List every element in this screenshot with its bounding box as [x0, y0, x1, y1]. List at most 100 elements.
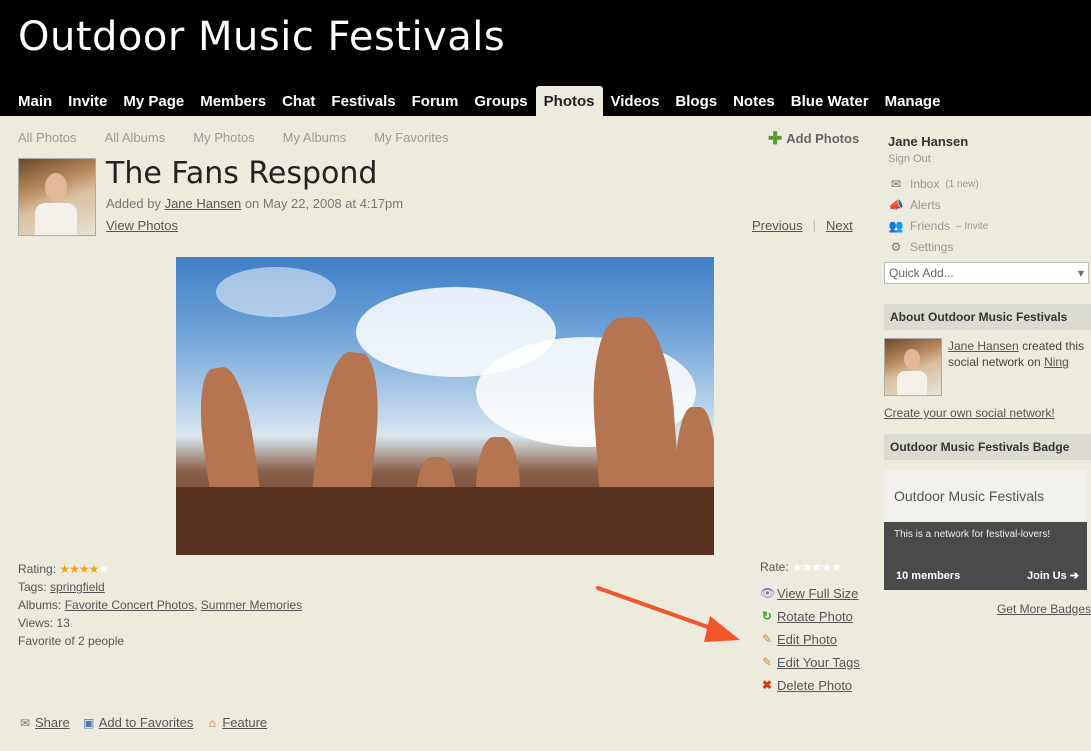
- subnav-all-photos[interactable]: All Photos: [18, 130, 77, 145]
- edit-tags-action[interactable]: ✎ Edit Your Tags: [760, 651, 860, 674]
- creator-link[interactable]: Jane Hansen: [948, 339, 1019, 353]
- photo-cloud: [216, 267, 336, 317]
- friends-invite-link[interactable]: – Invite: [956, 221, 988, 232]
- create-network-link[interactable]: Create your own social network!: [884, 406, 1091, 420]
- photo-title: The Fans Respond: [106, 156, 378, 191]
- network-badge[interactable]: Outdoor Music Festivals This is a networ…: [884, 470, 1087, 590]
- photos-subnav: All Photos All Albums My Photos My Album…: [18, 130, 449, 145]
- edit-tags-link[interactable]: Edit Your Tags: [777, 651, 860, 674]
- nav-blogs[interactable]: Blogs: [667, 86, 725, 116]
- rate-widget: Rate: ★★★★★: [760, 560, 842, 574]
- albums-row: Albums: Favorite Concert Photos, Summer …: [18, 596, 302, 614]
- next-link[interactable]: Next: [826, 218, 853, 233]
- get-more-badges-link[interactable]: Get More Badges: [884, 602, 1091, 616]
- rate-label: Rate:: [760, 560, 789, 574]
- nav-notes[interactable]: Notes: [725, 86, 783, 116]
- user-name[interactable]: Jane Hansen: [888, 134, 1091, 149]
- photo-crowd: [176, 487, 714, 555]
- feature-link[interactable]: Feature: [222, 715, 267, 730]
- feature-action[interactable]: ⌂ Feature: [205, 715, 267, 730]
- annotation-arrow-icon: [596, 586, 740, 642]
- nav-videos[interactable]: Videos: [603, 86, 668, 116]
- inbox-icon: ✉: [890, 177, 902, 191]
- plus-icon: ✚: [768, 129, 783, 148]
- nav-chat[interactable]: Chat: [274, 86, 323, 116]
- settings-label: Settings: [910, 240, 954, 254]
- quick-add-select[interactable]: Quick Add... ▾: [884, 262, 1089, 284]
- settings-link[interactable]: ⚙ Settings: [888, 240, 1091, 254]
- friends-icon: 👥: [888, 219, 904, 233]
- previous-link[interactable]: Previous: [752, 218, 803, 233]
- about-heading: About Outdoor Music Festivals: [884, 304, 1091, 330]
- album-link[interactable]: Summer Memories: [201, 598, 302, 612]
- subnav-my-photos[interactable]: My Photos: [193, 130, 254, 145]
- nav-forum[interactable]: Forum: [404, 86, 467, 116]
- sign-out-link[interactable]: Sign Out: [888, 153, 1091, 165]
- alerts-label: Alerts: [910, 198, 941, 212]
- subnav-my-favorites[interactable]: My Favorites: [374, 130, 448, 145]
- nav-festivals[interactable]: Festivals: [323, 86, 403, 116]
- nav-photos[interactable]: Photos: [535, 86, 603, 116]
- about-text: Jane Hansen created this social network …: [948, 338, 1091, 396]
- rating-row: Rating: ★★★★★: [18, 560, 302, 578]
- add-favorites-action[interactable]: ▣ Add to Favorites: [82, 715, 194, 730]
- author-link[interactable]: Jane Hansen: [165, 196, 242, 211]
- creator-avatar[interactable]: [884, 338, 942, 396]
- photo-pager: Previous | Next: [752, 218, 853, 233]
- view-photos-link[interactable]: View Photos: [106, 218, 178, 233]
- view-full-size-action[interactable]: 👁 View Full Size: [760, 582, 860, 605]
- nav-main[interactable]: Main: [10, 86, 60, 116]
- subnav-my-albums[interactable]: My Albums: [283, 130, 347, 145]
- author-avatar[interactable]: [18, 158, 96, 236]
- nav-my-page[interactable]: My Page: [115, 86, 192, 116]
- album-link[interactable]: Favorite Concert Photos: [65, 598, 194, 612]
- nav-manage[interactable]: Manage: [877, 86, 949, 116]
- rate-stars[interactable]: ★★★★★: [792, 560, 842, 574]
- friends-label: Friends: [910, 219, 951, 233]
- nav-invite[interactable]: Invite: [60, 86, 115, 116]
- add-photos-label: Add Photos: [786, 131, 860, 146]
- avatar-face: [45, 173, 67, 201]
- share-link[interactable]: Share: [35, 715, 70, 730]
- photo-date: on May 22, 2008 at 4:17pm: [244, 196, 404, 211]
- views-count: Views: 13: [18, 616, 70, 630]
- delete-photo-action[interactable]: ✖ Delete Photo: [760, 674, 860, 697]
- rotate-photo-link[interactable]: Rotate Photo: [777, 605, 853, 628]
- pager-separator: |: [812, 218, 816, 233]
- subnav-all-albums[interactable]: All Albums: [105, 130, 166, 145]
- platform-link[interactable]: Ning: [1044, 355, 1069, 369]
- badge-members: 10 members: [896, 570, 961, 582]
- add-photos-button[interactable]: ✚ Add Photos: [768, 130, 859, 147]
- gear-icon: ⚙: [890, 240, 902, 254]
- rating-stars: ★★★★: [59, 562, 99, 576]
- view-full-size-link[interactable]: View Full Size: [777, 582, 858, 605]
- rating-star-empty: ★: [98, 562, 109, 576]
- join-us-button[interactable]: Join Us ➔: [1027, 569, 1079, 582]
- favorites-icon: ▣: [83, 715, 95, 730]
- nav-blue-water[interactable]: Blue Water: [783, 86, 877, 116]
- edit-photo-link[interactable]: Edit Photo: [777, 628, 837, 651]
- tag-link[interactable]: springfield: [50, 580, 105, 594]
- alerts-link[interactable]: 📣 Alerts: [888, 198, 1091, 212]
- main-photo[interactable]: [176, 257, 714, 555]
- inbox-count: (1 new): [945, 178, 979, 190]
- badge-heading: Outdoor Music Festivals Badge: [884, 434, 1091, 460]
- site-header: Outdoor Music Festivals Main Invite My P…: [0, 0, 1091, 116]
- rotate-photo-action[interactable]: ↻ Rotate Photo: [760, 605, 860, 628]
- share-bar: ✉ Share ▣ Add to Favorites ⌂ Feature: [18, 715, 267, 730]
- delete-photo-link[interactable]: Delete Photo: [777, 674, 852, 697]
- nav-groups[interactable]: Groups: [466, 86, 535, 116]
- edit-photo-action[interactable]: ✎ Edit Photo: [760, 628, 860, 651]
- rating-label: Rating:: [18, 562, 57, 576]
- quick-add-value: Quick Add...: [889, 266, 954, 280]
- avatar-body: [35, 203, 77, 235]
- avatar-body: [897, 371, 927, 395]
- inbox-link[interactable]: ✉ Inbox (1 new): [888, 177, 1091, 191]
- friends-link[interactable]: 👥 Friends – Invite: [888, 219, 1091, 233]
- share-action[interactable]: ✉ Share: [18, 715, 70, 730]
- nav-members[interactable]: Members: [192, 86, 274, 116]
- albums-label: Albums:: [18, 598, 62, 612]
- add-favorites-link[interactable]: Add to Favorites: [99, 715, 194, 730]
- inbox-label: Inbox: [910, 177, 940, 191]
- pencil-icon: ✎: [761, 632, 773, 646]
